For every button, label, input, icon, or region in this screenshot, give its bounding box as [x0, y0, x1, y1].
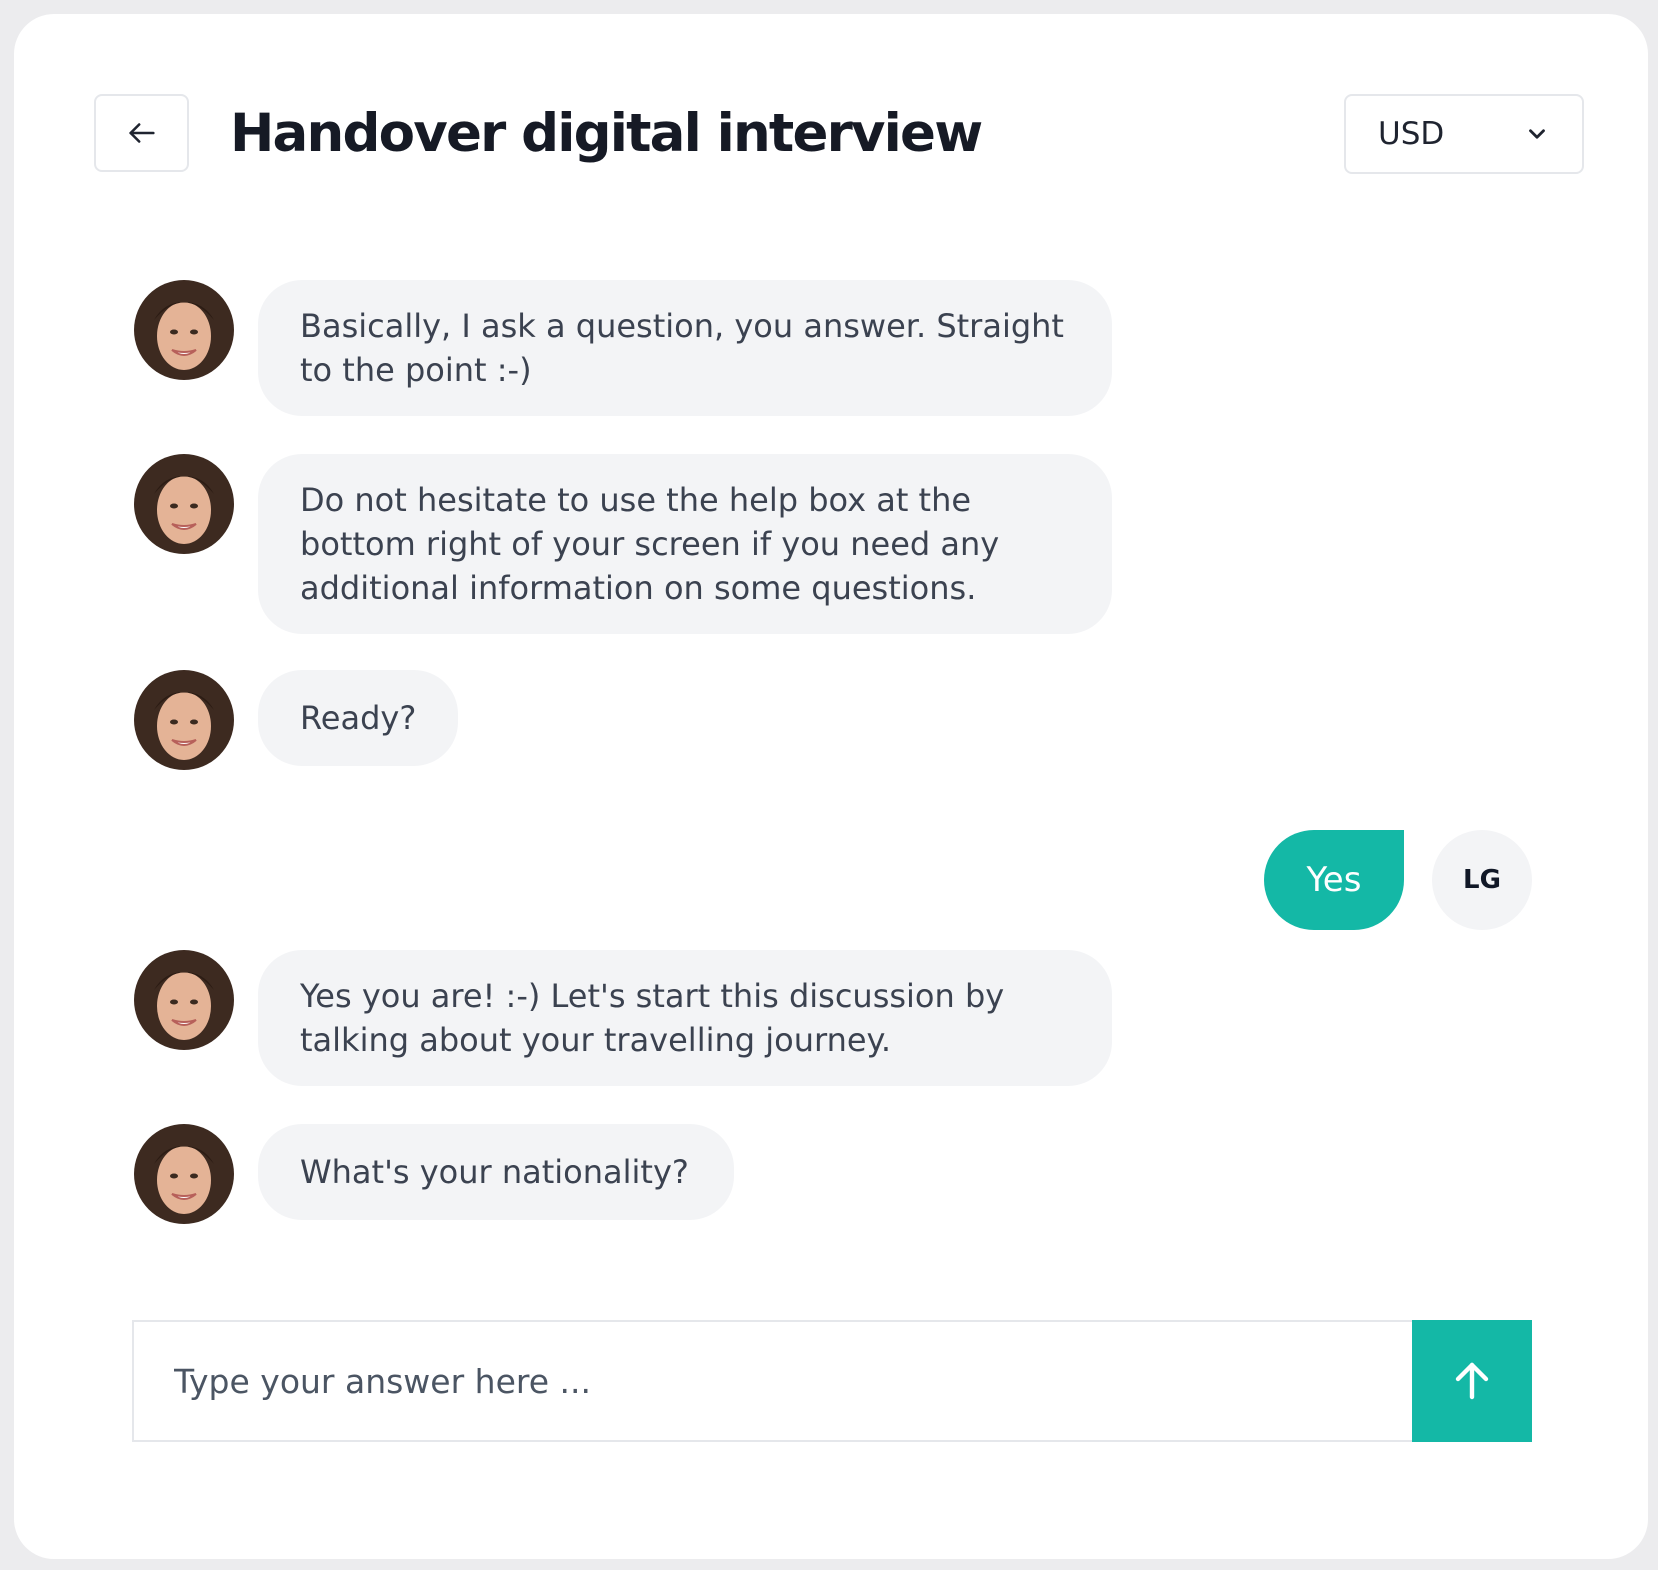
- bot-avatar-photo: [134, 280, 234, 380]
- bot-message: Ready?: [258, 670, 458, 766]
- answer-composer: [132, 1320, 1532, 1442]
- bot-message: What's your nationality?: [258, 1124, 734, 1220]
- bot-message: Basically, I ask a question, you answer.…: [258, 280, 1112, 416]
- currency-select[interactable]: USD: [1344, 94, 1584, 174]
- bot-avatar-photo: [134, 950, 234, 1050]
- bot-avatar: [134, 280, 234, 380]
- bot-avatar: [134, 1124, 234, 1224]
- bot-avatar: [134, 670, 234, 770]
- header: Handover digital interview USD: [94, 94, 1584, 176]
- send-button[interactable]: [1412, 1320, 1532, 1442]
- chevron-down-icon: [1529, 129, 1545, 139]
- bot-message: Do not hesitate to use the help box at t…: [258, 454, 1112, 634]
- chat-card: Handover digital interview USD Basically…: [14, 14, 1648, 1559]
- bot-avatar-photo: [134, 454, 234, 554]
- currency-value: USD: [1378, 116, 1445, 152]
- arrow-left-icon: [128, 123, 155, 143]
- user-avatar: LG: [1432, 830, 1532, 930]
- user-message: Yes: [1264, 830, 1404, 930]
- page-title: Handover digital interview: [230, 103, 983, 164]
- bot-avatar: [134, 454, 234, 554]
- bot-avatar: [134, 950, 234, 1050]
- bot-message: Yes you are! :-) Let's start this discus…: [258, 950, 1112, 1086]
- arrow-up-icon: [1455, 1362, 1489, 1400]
- bot-avatar-photo: [134, 670, 234, 770]
- bot-avatar-photo: [134, 1124, 234, 1224]
- back-button[interactable]: [94, 94, 189, 172]
- answer-input[interactable]: [134, 1322, 1412, 1440]
